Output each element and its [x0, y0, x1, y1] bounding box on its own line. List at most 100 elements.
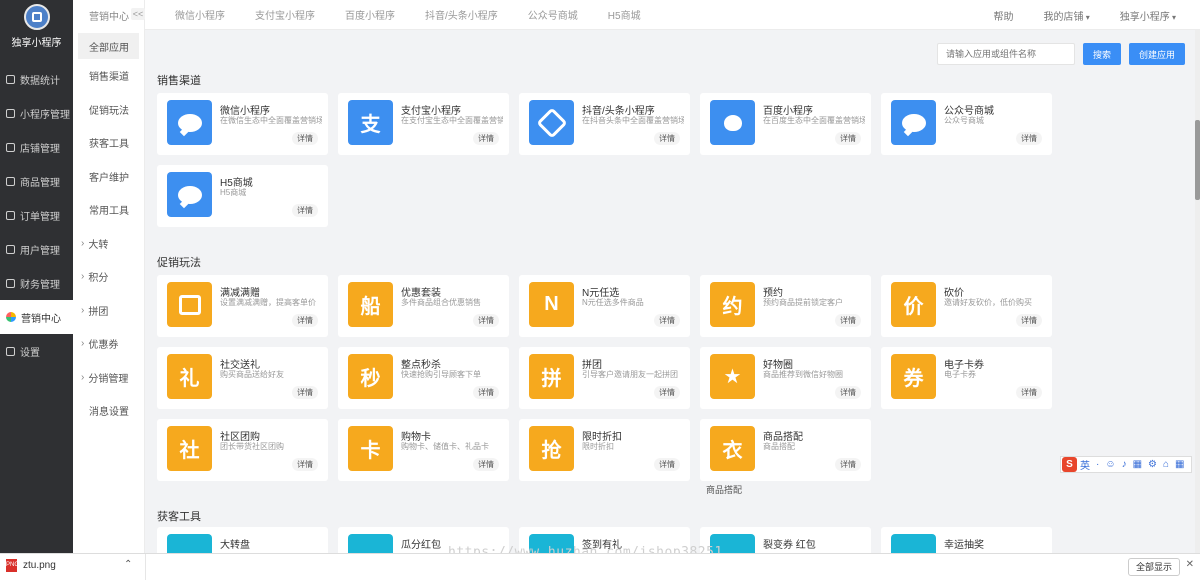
detail-button[interactable]: 详情	[654, 386, 680, 399]
ime-item[interactable]: ·	[1096, 459, 1099, 470]
detail-button[interactable]: 详情	[473, 386, 499, 399]
app-card[interactable]: 公众号商城 公众号商城 详情	[881, 93, 1052, 155]
submenu-item[interactable]: 客户维护	[73, 160, 144, 194]
detail-button[interactable]: 详情	[473, 314, 499, 327]
chart-icon	[6, 74, 15, 84]
sidebar-item[interactable]: 财务管理	[0, 266, 73, 300]
submenu-item[interactable]: 积分	[73, 260, 144, 294]
tab-channel[interactable]: 公众号商城	[528, 7, 578, 22]
show-all-button[interactable]: 全部显示	[1128, 558, 1180, 576]
detail-button[interactable]: 详情	[654, 132, 680, 145]
app-card[interactable]: 抢限时折扣 限时折扣 详情	[519, 419, 690, 481]
tab-channel[interactable]: H5商城	[608, 7, 641, 22]
ime-toolbar[interactable]: S 英 · ☺ ♪ ▦ ⚙ ⌂ ▦	[1060, 456, 1192, 473]
top-link[interactable]: 我的店铺	[1044, 8, 1090, 23]
app-card[interactable]: 大转盘	[157, 527, 328, 553]
app-card[interactable]: 船优惠套装 多件商品组合优惠销售 详情	[338, 275, 509, 337]
app-card[interactable]: 券电子卡券 电子卡券 详情	[881, 347, 1052, 409]
ime-item[interactable]: ☺	[1105, 459, 1115, 470]
top-link[interactable]: 独享小程序	[1120, 8, 1176, 23]
sidebar-item-label: 用户管理	[20, 245, 60, 257]
detail-button[interactable]: 详情	[292, 314, 318, 327]
tab-channel[interactable]: 微信小程序	[175, 7, 225, 22]
detail-button[interactable]: 详情	[835, 132, 861, 145]
detail-button[interactable]: 详情	[292, 204, 318, 217]
app-card[interactable]: 拼拼团 引导客户邀请朋友一起拼团 详情	[519, 347, 690, 409]
ime-item[interactable]: ⚙	[1148, 459, 1157, 470]
app-card[interactable]: 约预约 预约商品提前锁定客户 详情	[700, 275, 871, 337]
submenu-item[interactable]: 分销管理	[73, 361, 144, 395]
sidebar-item-label: 订单管理	[20, 211, 60, 223]
app-card[interactable]: 幸运抽奖	[881, 527, 1052, 553]
sidebar-item[interactable]: 设置	[0, 334, 73, 368]
app-card[interactable]: 微信小程序 在微信生态中全面覆盖营销场景 详情	[157, 93, 328, 155]
brand[interactable]: 独享小程序	[0, 0, 73, 62]
app-card[interactable]: 礼社交送礼 购买商品送给好友 详情	[157, 347, 328, 409]
sidebar-item[interactable]: 小程序管理	[0, 96, 73, 130]
app-card[interactable]: N N元任选 N元任选多件商品 详情	[519, 275, 690, 337]
sidebar-item[interactable]: 店铺管理	[0, 130, 73, 164]
scrollbar[interactable]	[1195, 30, 1200, 553]
ime-item[interactable]: ⌂	[1163, 459, 1169, 470]
main-content: 搜索 创建应用 销售渠道微信小程序在微信生态中全面覆盖营销场景详情支支付宝小程序…	[145, 30, 1195, 553]
app-grid: 满减满赠 设置满减满赠，提高客单价 详情船优惠套装 多件商品组合优惠销售 详情 N N元任选…	[157, 275, 1052, 495]
detail-button[interactable]: 详情	[292, 386, 318, 399]
detail-button[interactable]: 详情	[1016, 314, 1042, 327]
sidebar-item[interactable]: 用户管理	[0, 232, 73, 266]
ime-item[interactable]: ♪	[1122, 459, 1127, 470]
submenu-item[interactable]: 拼团	[73, 294, 144, 328]
submenu-item[interactable]: 优惠券	[73, 327, 144, 361]
sidebar-item[interactable]: 商品管理	[0, 164, 73, 198]
app-card[interactable]: 卡购物卡 购物卡、储值卡、礼品卡 详情	[338, 419, 509, 481]
app-card[interactable]: 衣商品搭配 商品搭配 详情 商品搭配	[700, 419, 871, 495]
sidebar-item[interactable]: 营销中心	[0, 300, 73, 334]
search-input[interactable]	[937, 43, 1075, 65]
close-icon[interactable]: ✕	[1186, 559, 1194, 570]
submenu-item[interactable]: 销售渠道	[73, 59, 144, 93]
detail-button[interactable]: 详情	[835, 314, 861, 327]
search-button[interactable]: 搜索	[1083, 43, 1121, 65]
detail-button[interactable]: 详情	[835, 386, 861, 399]
app-card[interactable]: 百度小程序 在百度生态中全面覆盖营销场景 详情	[700, 93, 871, 155]
sidebar-item[interactable]: 数据统计	[0, 62, 73, 96]
sogou-icon[interactable]: S	[1062, 457, 1077, 472]
detail-button[interactable]: 详情	[1016, 132, 1042, 145]
app-card[interactable]: 支支付宝小程序在支付宝生态中全面覆盖营销场景详情	[338, 93, 509, 155]
detail-button[interactable]: 详情	[292, 458, 318, 471]
ime-item[interactable]: ▦	[1175, 459, 1184, 470]
submenu-item[interactable]: 消息设置	[73, 394, 144, 428]
detail-button[interactable]: 详情	[292, 132, 318, 145]
detail-button[interactable]: 详情	[654, 314, 680, 327]
sidebar-item[interactable]: 订单管理	[0, 198, 73, 232]
submenu-item[interactable]: 常用工具	[73, 193, 144, 227]
submenu-item[interactable]: 获客工具	[73, 126, 144, 160]
download-item[interactable]: PNG ztu.png	[6, 559, 56, 572]
top-link[interactable]: 帮助	[994, 8, 1014, 23]
create-app-button[interactable]: 创建应用	[1129, 43, 1185, 65]
ime-item[interactable]: ▦	[1133, 459, 1142, 470]
tab-channel[interactable]: 抖音/头条小程序	[425, 7, 498, 22]
detail-button[interactable]: 详情	[473, 458, 499, 471]
detail-button[interactable]: 详情	[473, 132, 499, 145]
chevron-up-icon[interactable]: ⌃	[124, 559, 132, 570]
app-card[interactable]: 抖音/头条小程序 在抖音头条中全面覆盖营销场景 详情	[519, 93, 690, 155]
submenu-item[interactable]: 全部应用	[78, 33, 139, 59]
app-card[interactable]: 满减满赠 设置满减满赠，提高客单价 详情	[157, 275, 328, 337]
ime-item[interactable]: 英	[1080, 457, 1090, 472]
submenu-item[interactable]: 大转	[73, 227, 144, 261]
app-card[interactable]: 社社区团购 团长带货社区团购 详情	[157, 419, 328, 481]
tab-channel[interactable]: 百度小程序	[345, 7, 395, 22]
app-card[interactable]: 价砍价 邀请好友砍价，低价购买 详情	[881, 275, 1052, 337]
detail-button[interactable]: 详情	[835, 458, 861, 471]
app-card[interactable]: H5商城 H5商城 详情	[157, 165, 328, 227]
detail-button[interactable]: 详情	[654, 458, 680, 471]
submenu-item[interactable]: 促销玩法	[73, 93, 144, 127]
app-card[interactable]: ★ 好物圈 商品推荐到微信好物圈 详情	[700, 347, 871, 409]
sidebar-item-label: 商品管理	[20, 177, 60, 189]
scroll-thumb[interactable]	[1195, 120, 1200, 200]
app-card[interactable]: 裂变券 红包	[700, 527, 871, 553]
detail-button[interactable]: 详情	[1016, 386, 1042, 399]
collapse-icon[interactable]: <<	[131, 8, 145, 20]
app-card[interactable]: 秒整点秒杀 快速抢购引导顾客下单 详情	[338, 347, 509, 409]
tab-channel[interactable]: 支付宝小程序	[255, 7, 315, 22]
